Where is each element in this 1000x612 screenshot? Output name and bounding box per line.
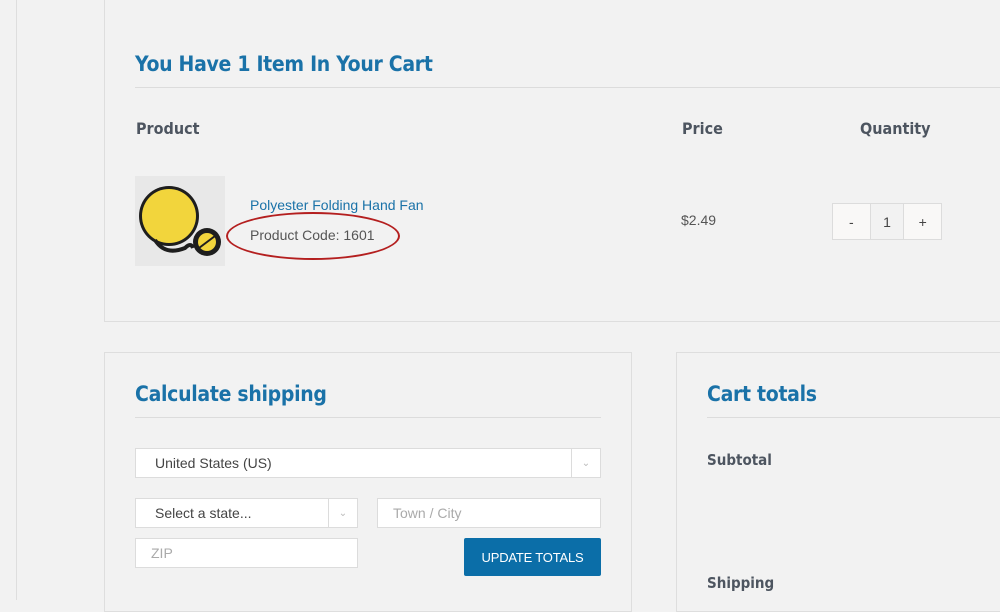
- shipping-label: Shipping: [707, 574, 775, 592]
- product-price: $2.49: [681, 212, 717, 228]
- chevron-down-icon: ⌄: [328, 499, 357, 527]
- cart-heading-divider: [135, 87, 1000, 88]
- chevron-down-icon: ⌄: [571, 449, 600, 477]
- country-value: United States (US): [155, 455, 272, 471]
- quantity-decrease-button[interactable]: -: [833, 204, 870, 239]
- subtotal-label: Subtotal: [707, 451, 772, 469]
- column-header-product: Product: [136, 119, 200, 138]
- annotation-ellipse: [226, 212, 400, 260]
- folding-fan-image: [135, 176, 225, 266]
- cart-totals-divider: [707, 417, 1000, 418]
- cart-totals-heading: Cart totals: [707, 382, 817, 406]
- column-header-quantity: Quantity: [860, 119, 931, 138]
- zip-placeholder: ZIP: [151, 545, 173, 561]
- city-input[interactable]: Town / City: [377, 498, 601, 528]
- quantity-increase-button[interactable]: +: [904, 204, 941, 239]
- cart-heading: You Have 1 Item In Your Cart: [135, 52, 433, 76]
- quantity-input[interactable]: 1: [869, 204, 905, 239]
- state-value: Select a state...: [155, 505, 252, 521]
- quantity-stepper: - 1 +: [832, 203, 942, 240]
- zip-input[interactable]: ZIP: [135, 538, 358, 568]
- product-thumbnail[interactable]: [135, 176, 225, 266]
- city-placeholder: Town / City: [393, 505, 462, 521]
- product-name-link[interactable]: Polyester Folding Hand Fan: [250, 197, 424, 213]
- state-select[interactable]: Select a state... ⌄: [135, 498, 358, 528]
- page-edge-line: [16, 0, 17, 600]
- shipping-heading: Calculate shipping: [135, 382, 327, 406]
- update-totals-button[interactable]: UPDATE TOTALS: [464, 538, 601, 576]
- column-header-price: Price: [682, 119, 723, 138]
- shipping-heading-divider: [135, 417, 601, 418]
- country-select[interactable]: United States (US) ⌄: [135, 448, 601, 478]
- cart-card: [104, 0, 1000, 322]
